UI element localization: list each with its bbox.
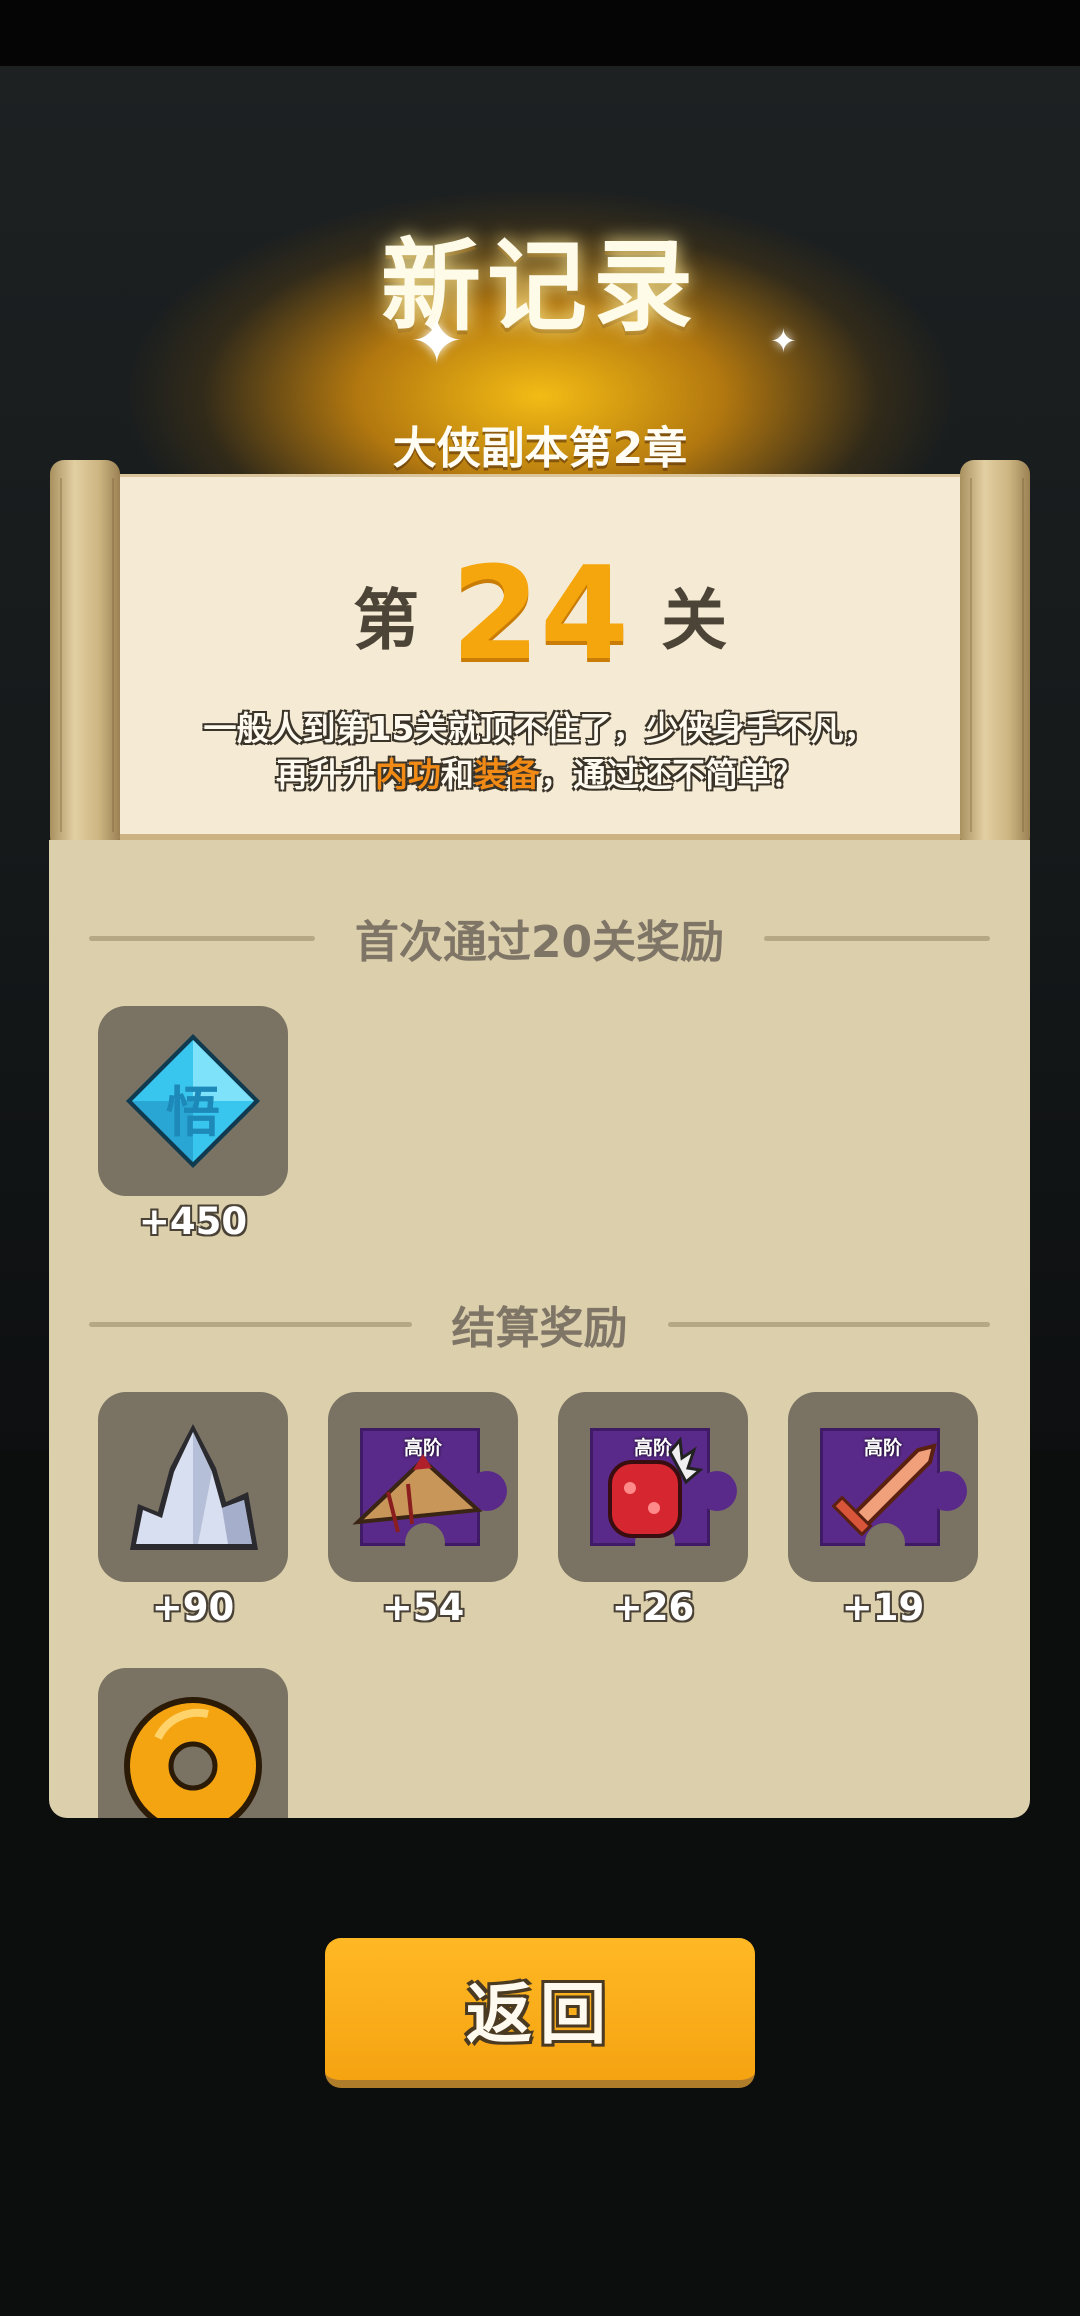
new-record-title: 新记录 [381, 228, 699, 345]
reward-tile[interactable] [98, 1668, 288, 1818]
description-text: ，通过还不简单？ [540, 755, 804, 794]
description-text: 再升升 [276, 755, 375, 794]
highlight-equipment: 装备 [474, 755, 540, 794]
reward-quantity: +19 [841, 1586, 925, 1629]
reward-quantity: +90 [151, 1586, 235, 1629]
divider [667, 1321, 990, 1327]
first-clear-section-title: 首次通过20关奖励 [49, 906, 1030, 970]
reward-tile[interactable]: 高阶 [788, 1392, 978, 1582]
divider [764, 935, 991, 941]
reward-tile[interactable]: 悟 [98, 1006, 288, 1196]
back-button[interactable]: 返回 [325, 1938, 755, 2088]
reward-item[interactable]: 高阶 +26 [558, 1392, 748, 1629]
gauntlet-fragment-icon [608, 1436, 704, 1538]
reward-item[interactable]: 高阶 +54 [328, 1392, 518, 1629]
sparkle-icon: ✦ [770, 322, 797, 360]
divider [89, 935, 315, 941]
stage-number: 24 [450, 540, 630, 689]
description-line-2: 再升升内功和装备，通过还不简单？ [100, 752, 980, 798]
stage-heading: 第 24 关 [100, 540, 980, 690]
reward-tile[interactable]: 高阶 [558, 1392, 748, 1582]
crystal-ore-icon [130, 1424, 258, 1550]
reward-quantity: +450 [138, 1200, 248, 1243]
first-clear-title: 首次通过20关奖励 [354, 917, 725, 968]
reward-tile[interactable] [98, 1392, 288, 1582]
bamboo-hat-fragment-icon [352, 1454, 483, 1533]
sparkle-icon: ✦ [410, 305, 464, 379]
stage-description: 一般人到第15关就顶不住了，少侠身手不凡， 再升升内功和装备，通过还不简单？ [100, 706, 980, 798]
gem-glyph: 悟 [166, 1081, 220, 1144]
description-line-1: 一般人到第15关就顶不住了，少侠身手不凡， [203, 709, 877, 748]
status-bar [0, 0, 1080, 66]
settlement-title: 结算奖励 [451, 1303, 628, 1354]
highlight-inner-power: 内功 [375, 755, 441, 794]
reward-quantity: +54 [381, 1586, 465, 1629]
gold-coin-icon [124, 1697, 262, 1818]
stage-suffix: 关 [661, 582, 728, 659]
settlement-section-title: 结算奖励 [49, 1292, 1030, 1356]
reward-tile[interactable]: 高阶 [328, 1392, 518, 1582]
reward-item[interactable]: 高阶 +19 [788, 1392, 978, 1629]
reward-quantity: +26 [611, 1586, 695, 1629]
stage-prefix: 第 [352, 582, 419, 659]
reward-item[interactable]: 悟 +450 [98, 1006, 288, 1243]
sword-fragment-icon [831, 1443, 937, 1537]
reward-panel: 首次通过20关奖励 悟 +450 结算奖励 +90 高阶 +54 高阶 +26 … [49, 840, 1030, 1818]
dungeon-chapter-subtitle: 大侠副本第2章 [392, 423, 688, 474]
reward-item[interactable] [98, 1668, 288, 1818]
reward-item[interactable]: +90 [98, 1392, 288, 1629]
description-text: 和 [441, 755, 474, 794]
divider [89, 1321, 412, 1327]
